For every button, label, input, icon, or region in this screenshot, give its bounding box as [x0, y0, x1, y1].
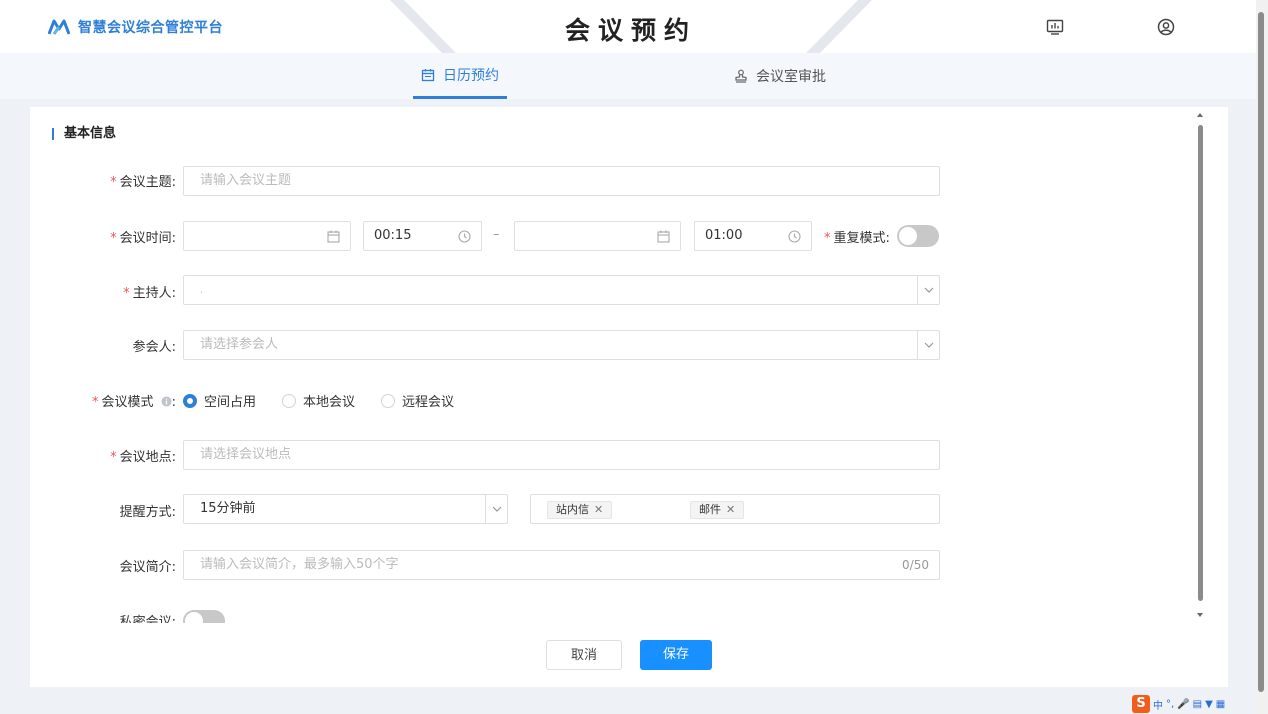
attendees-select[interactable]: 请选择参会人	[183, 330, 940, 360]
booking-form-card: 基本信息 * 会议主题: 请输入会议主题 * 会议时间: 00:15 – 01:…	[30, 107, 1228, 687]
scroll-up-arrow-icon[interactable]	[1196, 111, 1204, 119]
end-time-picker[interactable]: 01:00	[694, 221, 812, 251]
close-icon[interactable]: ✕	[726, 502, 735, 518]
tab-calendar-booking[interactable]: 日历预约	[413, 53, 507, 99]
app-name: 智慧会议综合管控平台	[78, 20, 223, 36]
tab-calendar-booking-label: 日历预约	[443, 67, 499, 84]
time-label: * 会议时间:	[110, 231, 176, 246]
repeat-mode-label: * 重复模式:	[824, 231, 890, 246]
ime-toolbar[interactable]: S 中 °, 🎤 ▤ ▼ ▦	[1132, 695, 1225, 713]
ime-logo-icon: S	[1132, 695, 1150, 713]
tab-room-approval-label: 会议室审批	[756, 69, 826, 85]
page-scrollbar[interactable]	[1256, 0, 1268, 714]
skin-icon[interactable]: ▼	[1205, 699, 1213, 710]
form-scrollbar[interactable]	[1196, 111, 1206, 623]
attendees-label: 参会人:	[132, 340, 176, 355]
location-select[interactable]: 请选择会议地点	[183, 440, 940, 470]
start-date-picker[interactable]	[183, 221, 351, 251]
host-select[interactable]: .	[183, 275, 940, 305]
radio-dot	[282, 393, 297, 408]
channel-tag-email: 邮件 ✕	[690, 501, 745, 519]
reminder-channel-select[interactable]: 站内信 ✕ 邮件 ✕	[530, 494, 940, 524]
form-scrollbar-thumb[interactable]	[1198, 125, 1203, 601]
chevron-down-icon	[917, 276, 939, 304]
channel-tag-inbox: 站内信 ✕	[547, 501, 613, 519]
close-icon[interactable]: ✕	[594, 502, 603, 518]
section-title: 基本信息	[52, 127, 116, 140]
clock-icon	[788, 230, 801, 243]
scroll-clip-area: 私密会议:	[30, 607, 1190, 623]
scroll-down-arrow-icon[interactable]	[1196, 611, 1204, 619]
private-toggle[interactable]	[183, 610, 225, 623]
cancel-button[interactable]: 取消	[546, 640, 622, 670]
intro-label: 会议简介:	[119, 560, 176, 575]
microphone-icon[interactable]: 🎤	[1177, 699, 1189, 710]
monitor-chart-icon[interactable]	[1046, 18, 1064, 36]
chevron-down-icon	[917, 331, 939, 359]
tab-bar: 日历预约 会议室审批	[0, 53, 1256, 99]
calendar-icon	[421, 68, 435, 81]
char-counter: 0/50	[902, 558, 929, 572]
page-scrollbar-thumb[interactable]	[1258, 12, 1264, 692]
reminder-time-select[interactable]: 15分钟前	[183, 494, 508, 524]
time-range-separator: –	[493, 227, 500, 242]
toggle-knob	[899, 227, 917, 245]
clock-icon	[458, 230, 471, 243]
calendar-icon	[327, 230, 340, 243]
repeat-mode-toggle[interactable]	[897, 225, 939, 247]
page-title: 会议预约	[564, 16, 697, 45]
radio-dot	[183, 393, 197, 408]
reminder-label: 提醒方式:	[119, 505, 176, 520]
top-header: 智慧会议综合管控平台 会议预约	[0, 0, 1256, 53]
ime-mode[interactable]: 中	[1153, 697, 1163, 712]
info-icon[interactable]	[161, 396, 172, 407]
end-date-picker[interactable]	[514, 221, 681, 251]
grid-icon[interactable]: ▦	[1216, 699, 1225, 710]
start-time-picker[interactable]: 00:15	[363, 221, 482, 251]
tab-room-approval[interactable]: 会议室审批	[726, 53, 834, 99]
subject-input[interactable]: 请输入会议主题	[183, 166, 940, 196]
host-label: * 主持人:	[123, 286, 176, 301]
subject-label: * 会议主题:	[110, 175, 176, 190]
private-label: 私密会议:	[119, 615, 176, 623]
user-circle-icon[interactable]	[1157, 18, 1175, 36]
logo-icon	[48, 19, 70, 35]
mode-option-remote[interactable]: 远程会议	[381, 391, 454, 410]
stamp-icon	[735, 69, 747, 83]
radio-dot	[381, 393, 396, 408]
mode-label: * 会议模式 :	[91, 395, 176, 410]
mode-option-space[interactable]: 空间占用	[183, 391, 256, 410]
title-banner: 会议预约	[390, 0, 872, 53]
save-button[interactable]: 保存	[640, 640, 712, 670]
calendar-icon	[657, 230, 670, 243]
toggle-knob	[185, 612, 203, 623]
ime-punctuation-icon[interactable]: °,	[1166, 699, 1174, 710]
app-logo: 智慧会议综合管控平台	[48, 17, 223, 37]
chevron-down-icon	[485, 495, 507, 523]
mode-option-local[interactable]: 本地会议	[282, 391, 355, 410]
intro-textarea[interactable]: 请输入会议简介，最多输入50个字 0/50	[183, 550, 940, 580]
location-label: * 会议地点:	[110, 450, 176, 465]
mode-radio-group: 空间占用 本地会议 远程会议	[183, 391, 480, 410]
keyboard-icon[interactable]: ▤	[1193, 699, 1202, 710]
